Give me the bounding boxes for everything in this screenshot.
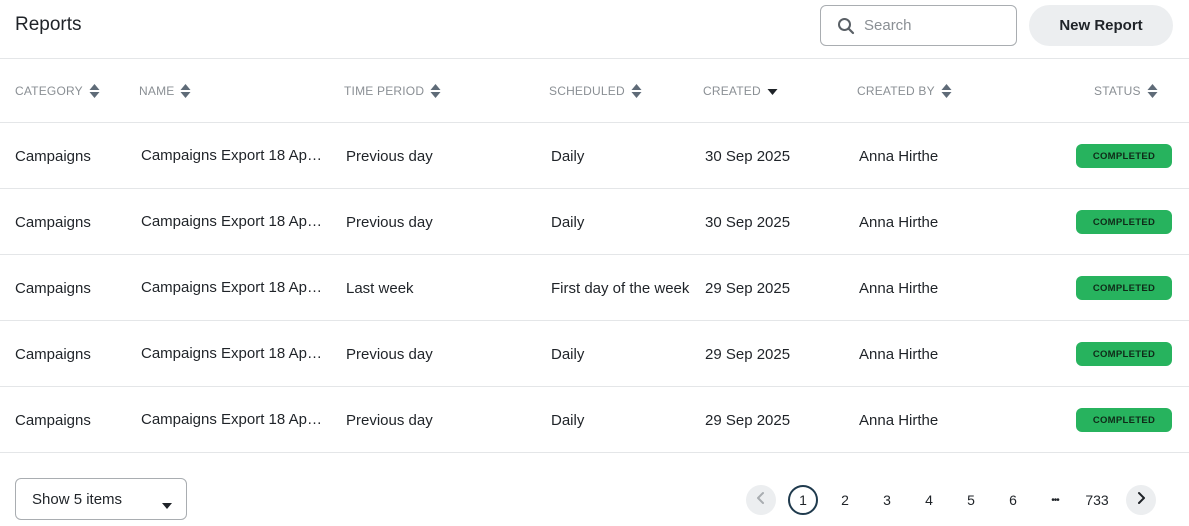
table-row[interactable]: Campaigns Campaigns Export 18 Apr ... La…: [0, 255, 1189, 321]
column-label: CATEGORY: [15, 84, 83, 98]
page-size-label: Show 5 items: [32, 490, 123, 508]
cell-time-period: Previous day: [346, 411, 433, 429]
column-label: SCHEDULED: [549, 84, 625, 98]
page-title: Reports: [15, 14, 82, 35]
table-row[interactable]: Campaigns Campaigns Export 18 Apr ... Pr…: [0, 123, 1189, 189]
pagination-page-2[interactable]: 2: [830, 485, 860, 515]
column-header-status[interactable]: STATUS: [1094, 59, 1158, 123]
status-badge: COMPLETED: [1076, 144, 1172, 168]
column-header-name[interactable]: NAME: [139, 59, 191, 123]
column-header-scheduled[interactable]: SCHEDULED: [549, 59, 642, 123]
table-footer: Show 5 items 1 2 3 4 5 6 ••• 733: [0, 454, 1189, 526]
column-label: NAME: [139, 84, 175, 98]
table-row[interactable]: Campaigns Campaigns Export 18 Apr ... Pr…: [0, 387, 1189, 453]
cell-category: Campaigns: [15, 411, 91, 429]
pagination-page-4[interactable]: 4: [914, 485, 944, 515]
sort-icon: [1147, 83, 1158, 99]
cell-time-period: Previous day: [346, 213, 433, 231]
column-header-created[interactable]: CREATED: [703, 59, 778, 123]
cell-scheduled: Daily: [551, 345, 585, 363]
status-badge: COMPLETED: [1076, 210, 1172, 234]
sort-icon: [631, 83, 642, 99]
cell-scheduled: Daily: [551, 147, 585, 165]
cell-created-by: Anna Hirthe: [859, 345, 939, 363]
cell-created: 29 Sep 2025: [705, 279, 791, 297]
cell-time-period: Last week: [346, 279, 414, 297]
pagination-page-1[interactable]: 1: [788, 485, 818, 515]
cell-category: Campaigns: [15, 279, 91, 297]
page-header: Reports New Report: [0, 0, 1189, 59]
search-box[interactable]: [820, 5, 1017, 46]
pagination-page-last[interactable]: 733: [1082, 485, 1112, 515]
table-header: CATEGORY NAME TIME PERIOD SCHEDULED CREA…: [0, 59, 1189, 123]
cell-name[interactable]: Campaigns Export 18 Apr ...: [141, 255, 325, 321]
column-label: CREATED: [703, 84, 761, 98]
pagination-prev-button[interactable]: [746, 485, 776, 515]
cell-created: 30 Sep 2025: [705, 147, 791, 165]
cell-name[interactable]: Campaigns Export 18 Apr ...: [141, 321, 325, 387]
chevron-right-icon: [1136, 491, 1146, 510]
table-row[interactable]: Campaigns Campaigns Export 18 Apr ... Pr…: [0, 321, 1189, 387]
cell-scheduled: First day of the week: [551, 279, 690, 297]
status-badge: COMPLETED: [1076, 408, 1172, 432]
sort-icon: [180, 83, 191, 99]
cell-category: Campaigns: [15, 147, 91, 165]
sort-icon: [941, 83, 952, 99]
column-header-category[interactable]: CATEGORY: [15, 59, 100, 123]
column-label: TIME PERIOD: [344, 84, 425, 98]
cell-time-period: Previous day: [346, 147, 433, 165]
cell-created: 29 Sep 2025: [705, 411, 791, 429]
cell-created-by: Anna Hirthe: [859, 213, 939, 231]
cell-created-by: Anna Hirthe: [859, 411, 939, 429]
status-badge: COMPLETED: [1076, 276, 1172, 300]
cell-time-period: Previous day: [346, 345, 433, 363]
search-icon: [836, 16, 856, 36]
cell-created: 29 Sep 2025: [705, 345, 791, 363]
column-label: CREATED BY: [857, 84, 935, 98]
pagination-page-3[interactable]: 3: [872, 485, 902, 515]
status-badge: COMPLETED: [1076, 342, 1172, 366]
page-size-select[interactable]: Show 5 items: [15, 478, 187, 520]
cell-scheduled: Daily: [551, 411, 585, 429]
cell-created: 30 Sep 2025: [705, 213, 791, 231]
column-header-time-period[interactable]: TIME PERIOD: [344, 59, 441, 123]
cell-name[interactable]: Campaigns Export 18 Apr ...: [141, 123, 325, 189]
cell-category: Campaigns: [15, 213, 91, 231]
cell-name[interactable]: Campaigns Export 18 Apr ...: [141, 387, 325, 453]
pagination-next-button[interactable]: [1126, 485, 1156, 515]
search-input[interactable]: [864, 17, 1004, 34]
sort-icon: [430, 83, 441, 99]
cell-scheduled: Daily: [551, 213, 585, 231]
caret-down-icon: [162, 496, 172, 513]
chevron-left-icon: [756, 491, 766, 510]
column-label: STATUS: [1094, 84, 1141, 98]
cell-category: Campaigns: [15, 345, 91, 363]
sort-descending-icon: [767, 83, 778, 99]
new-report-button[interactable]: New Report: [1029, 5, 1173, 46]
cell-created-by: Anna Hirthe: [859, 279, 939, 297]
pagination-page-5[interactable]: 5: [956, 485, 986, 515]
cell-created-by: Anna Hirthe: [859, 147, 939, 165]
cell-name[interactable]: Campaigns Export 18 Apr ...: [141, 189, 325, 255]
pagination-page-6[interactable]: 6: [998, 485, 1028, 515]
pagination-ellipsis[interactable]: •••: [1040, 485, 1070, 515]
column-header-created-by[interactable]: CREATED BY: [857, 59, 952, 123]
table-row[interactable]: Campaigns Campaigns Export 18 Apr ... Pr…: [0, 189, 1189, 255]
sort-icon: [89, 83, 100, 99]
